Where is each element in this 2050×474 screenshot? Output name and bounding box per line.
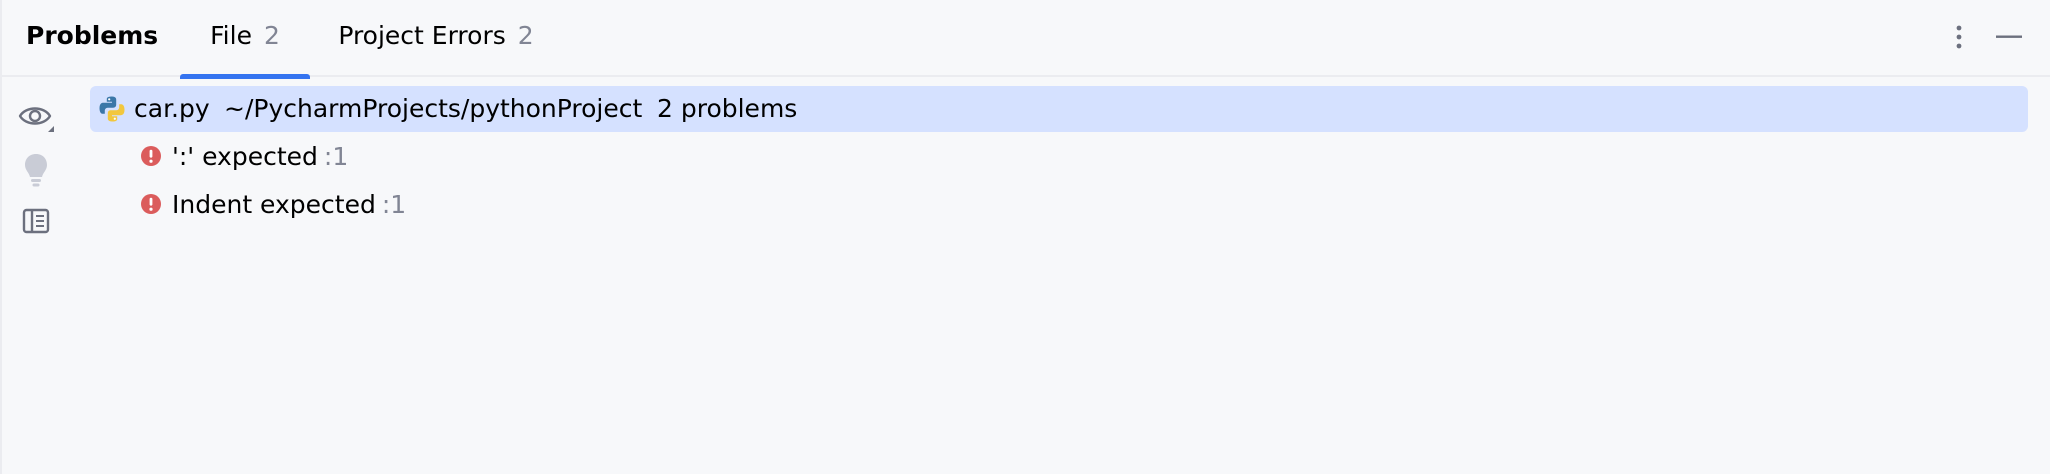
file-problem-count: 2 problems (657, 94, 798, 123)
file-path: ~/PycharmProjects/pythonProject (224, 94, 643, 123)
problems-tool-window: Problems File 2 Project Errors 2 car.py … (0, 0, 2050, 474)
tab-file-label: File (210, 21, 252, 50)
tab-project-errors-content: Project Errors 2 (320, 21, 552, 51)
minimize-icon (1996, 35, 2022, 38)
tab-selected-indicator (180, 74, 310, 79)
tab-project-errors-count: 2 (517, 21, 534, 50)
more-vertical-icon (1956, 25, 1962, 49)
minimize-button[interactable] (1992, 20, 2026, 54)
tab-project-errors-label: Project Errors (338, 21, 506, 50)
problem-location: :1 (323, 142, 349, 171)
tab-file-content: File 2 (180, 21, 310, 51)
error-icon (141, 194, 161, 214)
tool-window-header: Problems File 2 Project Errors 2 (2, 0, 2050, 79)
tab-file-count: 2 (263, 21, 280, 50)
problem-message: Indent expected (172, 190, 376, 219)
problem-description: ':' expected:1 (172, 142, 348, 172)
tree-file-row[interactable]: car.py ~/PycharmProjects/pythonProject 2… (90, 86, 2028, 132)
file-name: car.py (134, 94, 210, 123)
problem-description: Indent expected:1 (172, 190, 406, 220)
error-icon (141, 146, 161, 166)
tree-problem-row[interactable]: ':' expected:1 (90, 134, 2028, 180)
preview-panel-icon (22, 208, 50, 234)
tab-file[interactable]: File 2 (180, 0, 310, 79)
problem-message: ':' expected (172, 142, 318, 171)
show-quick-fixes-button[interactable] (16, 150, 56, 190)
more-options-button[interactable] (1942, 20, 1976, 54)
tree-problem-row[interactable]: Indent expected:1 (90, 182, 2028, 228)
show-preview-options-button[interactable] (16, 98, 56, 138)
python-file-icon (99, 96, 125, 122)
toggle-preview-panel-button[interactable] (16, 202, 56, 242)
tab-project-errors[interactable]: Project Errors 2 (320, 0, 552, 77)
lightbulb-icon (25, 154, 47, 187)
eye-icon (18, 107, 54, 132)
problem-location: :1 (381, 190, 407, 219)
panel-title: Problems (26, 21, 159, 50)
problems-tree: car.py ~/PycharmProjects/pythonProject 2… (90, 86, 2028, 466)
